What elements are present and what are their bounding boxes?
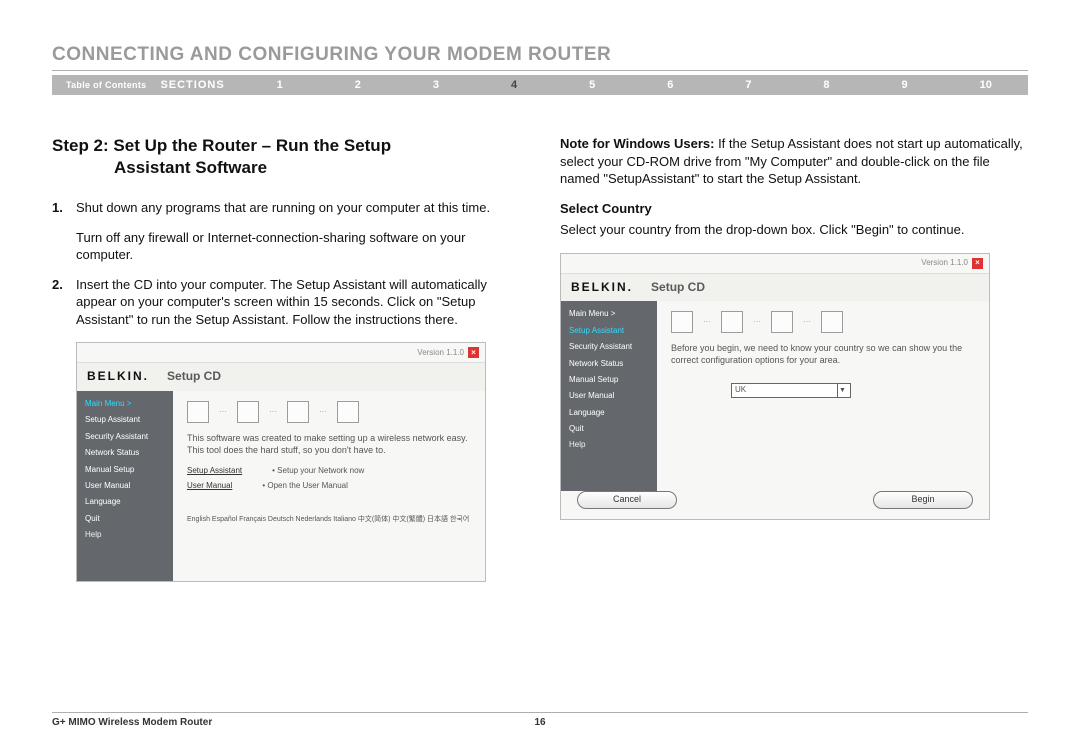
monitor-icon: [671, 311, 693, 333]
country-dropdown-value: UK: [735, 385, 746, 395]
link-user-manual[interactable]: User Manual: [187, 481, 232, 491]
left-column: Step 2: Set Up the Router – Run the Setu…: [52, 135, 520, 582]
step-1-subtext: Turn off any firewall or Internet-connec…: [76, 229, 520, 264]
shotA-sidebar: Main Menu > Setup Assistant Security Assis…: [77, 391, 173, 581]
windows-note: Note for Windows Users: If the Setup Ass…: [560, 135, 1028, 188]
step-number-2: 2.: [52, 276, 76, 329]
monitor2-icon: [237, 401, 259, 423]
link-setup-assistant-caption: • Setup your Network now: [272, 466, 364, 476]
footer-product: G+ MIMO Wireless Modem Router: [52, 717, 212, 728]
monitor2-icon: [721, 311, 743, 333]
shotB-instruction: Before you begin, we need to know your c…: [671, 343, 975, 366]
shotA-version: Version 1.1.0: [417, 348, 464, 358]
link-setup-assistant[interactable]: Setup Assistant: [187, 466, 242, 476]
belkin-logo: BELKIN: [87, 369, 149, 385]
footer-page-number: 16: [534, 717, 545, 728]
router-icon: [771, 311, 793, 333]
step-text-1: Shut down any programs that are running …: [76, 199, 520, 217]
sidebar-item[interactable]: Language: [85, 497, 165, 507]
globe-icon: [337, 401, 359, 423]
right-column: Note for Windows Users: If the Setup Ass…: [560, 135, 1028, 582]
sidebar-help[interactable]: Help: [569, 440, 649, 450]
select-country-heading: Select Country: [560, 200, 1028, 218]
doc-title: CONNECTING AND CONFIGURING YOUR MODEM RO…: [52, 44, 1028, 66]
page-footer: G+ MIMO Wireless Modem Router 16: [52, 712, 1028, 728]
cancel-button[interactable]: Cancel: [577, 491, 677, 509]
toc-link[interactable]: Table of Contents: [52, 80, 160, 90]
select-country-text: Select your country from the drop-down b…: [560, 221, 1028, 239]
section-link-5[interactable]: 5: [589, 79, 595, 91]
sidebar-item[interactable]: Quit: [85, 514, 165, 524]
country-dropdown[interactable]: UK ▼: [731, 383, 851, 398]
shotA-description: This software was created to make settin…: [187, 433, 471, 456]
sidebar-item[interactable]: Main Menu >: [85, 399, 165, 409]
section-link-9[interactable]: 9: [902, 79, 908, 91]
section-link-7[interactable]: 7: [745, 79, 751, 91]
globe-icon: [821, 311, 843, 333]
belkin-logo: BELKIN: [571, 280, 633, 296]
section-link-2[interactable]: 2: [355, 79, 361, 91]
device-icons-row: ··· ··· ···: [187, 401, 471, 423]
sidebar-item[interactable]: Security Assistant: [85, 432, 165, 442]
sidebar-help[interactable]: Help: [85, 530, 165, 540]
sidebar-item[interactable]: Manual Setup: [569, 375, 649, 385]
close-icon[interactable]: ×: [972, 258, 983, 269]
screenshot-select-country: Version 1.1.0 × BELKIN Setup CD Main Men…: [560, 253, 990, 520]
shotB-subheader: Setup CD: [651, 280, 705, 296]
title-rule: [52, 70, 1028, 71]
sidebar-item[interactable]: Network Status: [569, 359, 649, 369]
router-icon: [287, 401, 309, 423]
sections-label: SECTIONS: [160, 79, 240, 91]
step-heading: Step 2: Set Up the Router – Run the Setu…: [52, 135, 520, 179]
step-heading-line2: Assistant Software: [52, 157, 520, 179]
step-heading-line1: Step 2: Set Up the Router – Run the Setu…: [52, 136, 391, 155]
section-link-3[interactable]: 3: [433, 79, 439, 91]
step-text-2: Insert the CD into your computer. The Se…: [76, 276, 520, 329]
sidebar-item[interactable]: Language: [569, 408, 649, 418]
close-icon[interactable]: ×: [468, 347, 479, 358]
language-list[interactable]: English Español Français Deutsch Nederla…: [187, 515, 471, 524]
screenshot-setup-cd-main: Version 1.1.0 × BELKIN Setup CD Main Men…: [76, 342, 486, 581]
sidebar-item[interactable]: Setup Assistant: [85, 415, 165, 425]
begin-button[interactable]: Begin: [873, 491, 973, 509]
sidebar-item[interactable]: Quit: [569, 424, 649, 434]
windows-note-label: Note for Windows Users:: [560, 136, 714, 151]
sidebar-item[interactable]: Main Menu >: [569, 309, 649, 319]
sidebar-item[interactable]: Network Status: [85, 448, 165, 458]
section-navbar: Table of Contents SECTIONS 1 2 3 4 5 6 7 8 9 10: [52, 75, 1028, 95]
section-link-6[interactable]: 6: [667, 79, 673, 91]
sidebar-item[interactable]: User Manual: [85, 481, 165, 491]
link-user-manual-caption: • Open the User Manual: [262, 481, 348, 491]
section-link-10[interactable]: 10: [980, 79, 992, 91]
sidebar-item[interactable]: User Manual: [569, 391, 649, 401]
section-link-8[interactable]: 8: [823, 79, 829, 91]
device-icons-row: ··· ··· ···: [671, 311, 975, 333]
step-number-1: 1.: [52, 199, 76, 217]
chevron-down-icon: ▼: [837, 384, 847, 397]
monitor-icon: [187, 401, 209, 423]
sidebar-item[interactable]: Manual Setup: [85, 465, 165, 475]
section-link-1[interactable]: 1: [277, 79, 283, 91]
section-link-4[interactable]: 4: [511, 79, 517, 91]
sidebar-item[interactable]: Security Assistant: [569, 342, 649, 352]
shotB-version: Version 1.1.0: [921, 258, 968, 268]
sidebar-item[interactable]: Setup Assistant: [569, 326, 649, 336]
shotB-sidebar: Main Menu > Setup Assistant Security Assis…: [561, 301, 657, 491]
shotA-subheader: Setup CD: [167, 369, 221, 385]
section-numbers: 1 2 3 4 5 6 7 8 9 10: [241, 79, 1028, 91]
